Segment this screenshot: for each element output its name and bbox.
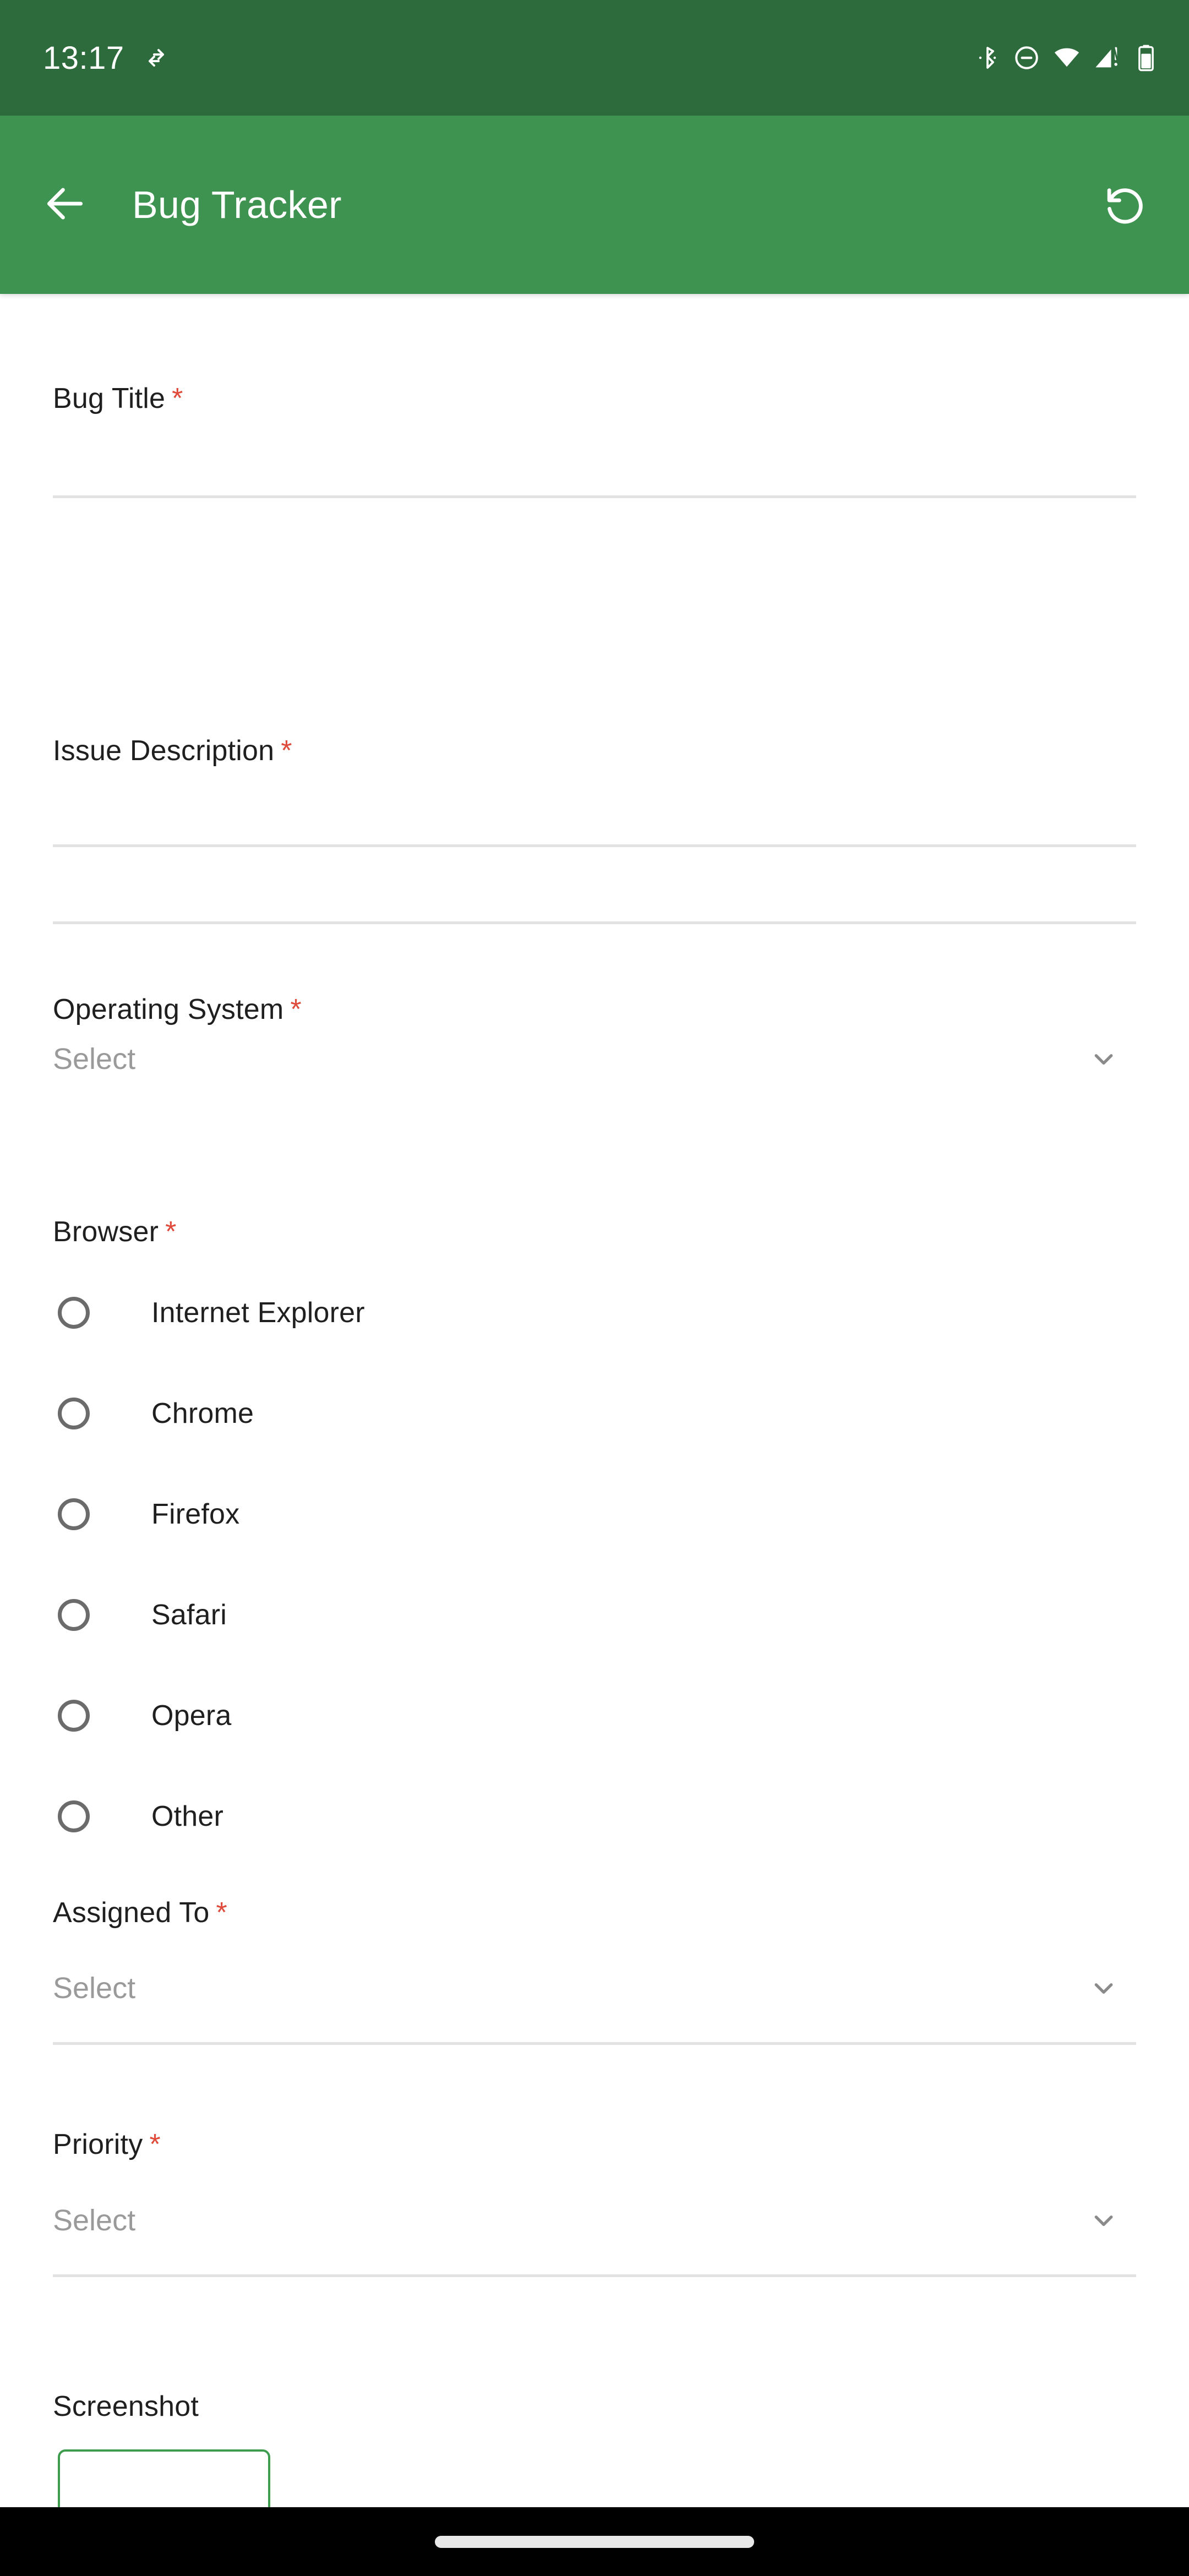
underline-operating-system xyxy=(53,921,1136,924)
underline-bug-title xyxy=(53,495,1136,498)
required-asterisk: * xyxy=(172,383,183,414)
radio-option-other[interactable]: Other xyxy=(53,1783,1136,1850)
bluetooth-icon xyxy=(974,45,1001,71)
reset-form-button[interactable] xyxy=(1090,171,1158,239)
radio-label: Chrome xyxy=(151,1398,254,1429)
radio-option-firefox[interactable]: Firefox xyxy=(53,1481,1136,1548)
label-screenshot: Screenshot xyxy=(53,2391,199,2422)
radio-circle-icon xyxy=(58,1800,90,1832)
input-bug-title[interactable] xyxy=(53,443,1136,498)
radio-circle-icon xyxy=(58,1398,90,1429)
label-issue-description: Issue Description * xyxy=(53,735,292,767)
radio-option-internet-explorer[interactable]: Internet Explorer xyxy=(53,1279,1136,1346)
required-asterisk: * xyxy=(281,735,292,767)
radio-label: Safari xyxy=(151,1599,227,1631)
radio-option-opera[interactable]: Opera xyxy=(53,1682,1136,1749)
field-browser: Browser * xyxy=(0,1216,1189,1248)
radio-circle-icon xyxy=(58,1297,90,1329)
field-priority: Priority * xyxy=(0,2129,1189,2160)
arrow-left-icon xyxy=(41,180,89,230)
chevron-down-icon[interactable] xyxy=(1086,1970,1122,2006)
wifi-icon xyxy=(1052,43,1081,72)
page-title: Bug Tracker xyxy=(132,183,342,226)
restore-reset-icon xyxy=(1100,180,1148,230)
label-operating-system: Operating System * xyxy=(53,994,302,1025)
label-assigned-to: Assigned To * xyxy=(53,1897,227,1929)
operating-system-placeholder: Select xyxy=(53,1043,136,1076)
radio-option-chrome[interactable]: Chrome xyxy=(53,1380,1136,1447)
battery-icon xyxy=(1134,43,1158,72)
underline-priority xyxy=(53,2274,1136,2277)
status-bar: 13:17 xyxy=(0,0,1189,116)
required-asterisk: * xyxy=(290,994,302,1025)
required-asterisk: * xyxy=(216,1897,227,1929)
phone-screen: 13:17 Bug Tracker Bug Title * Issue Desc… xyxy=(0,0,1189,2576)
cellular-signal-no-sim-icon xyxy=(1093,43,1122,72)
radio-label: Opera xyxy=(151,1700,232,1732)
label-bug-title: Bug Title * xyxy=(53,383,183,414)
dropdown-operating-system[interactable]: Select xyxy=(53,1026,1136,1092)
field-screenshot: Screenshot xyxy=(0,2391,1189,2422)
status-bar-left: 13:17 xyxy=(43,40,170,77)
app-bar: Bug Tracker xyxy=(0,116,1189,294)
radio-label: Firefox xyxy=(151,1498,240,1530)
field-issue-description: Issue Description * xyxy=(0,735,1189,767)
label-browser: Browser * xyxy=(53,1216,177,1248)
label-priority: Priority * xyxy=(53,2129,161,2160)
chevron-down-icon[interactable] xyxy=(1086,1041,1122,1077)
required-asterisk: * xyxy=(149,2129,161,2160)
radio-label: Other xyxy=(151,1800,224,1832)
back-button[interactable] xyxy=(31,171,99,239)
status-bar-right xyxy=(974,43,1158,72)
do-not-disturb-icon xyxy=(1013,44,1040,72)
status-bar-clock: 13:17 xyxy=(43,40,124,76)
data-transfer-icon xyxy=(143,45,170,71)
system-navigation-bar xyxy=(0,2507,1189,2576)
field-assigned-to: Assigned To * xyxy=(0,1897,1189,1929)
field-operating-system: Operating System * xyxy=(0,994,1189,1025)
chevron-down-icon[interactable] xyxy=(1086,2202,1122,2239)
priority-placeholder: Select xyxy=(53,2204,136,2237)
radio-circle-icon xyxy=(58,1498,90,1530)
radio-circle-icon xyxy=(58,1700,90,1732)
form-scroll-area[interactable]: Bug Title * Issue Description * Operating … xyxy=(0,294,1189,2507)
dropdown-priority[interactable]: Select xyxy=(53,2187,1136,2253)
field-bug-title: Bug Title * xyxy=(0,383,1189,414)
assigned-to-placeholder: Select xyxy=(53,1972,136,2005)
required-asterisk: * xyxy=(165,1216,177,1248)
radio-label: Internet Explorer xyxy=(151,1297,365,1329)
radio-option-safari[interactable]: Safari xyxy=(53,1581,1136,1649)
underline-issue-description xyxy=(53,844,1136,847)
underline-assigned-to xyxy=(53,2042,1136,2045)
radio-circle-icon xyxy=(58,1599,90,1631)
home-gesture-pill[interactable] xyxy=(435,2535,754,2548)
dropdown-assigned-to[interactable]: Select xyxy=(53,1955,1136,2021)
input-issue-description[interactable] xyxy=(53,789,1136,894)
